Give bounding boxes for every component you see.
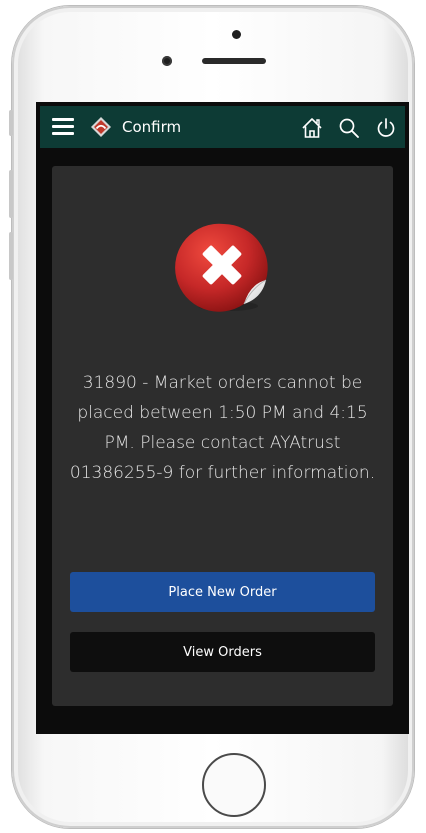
confirmation-card: 31890 - Market orders cannot be placed b…: [52, 166, 393, 706]
power-icon[interactable]: [374, 116, 398, 140]
view-orders-button[interactable]: View Orders: [70, 632, 375, 672]
sensor-dot: [232, 30, 241, 39]
place-new-order-button[interactable]: Place New Order: [70, 572, 375, 612]
volume-down-button: [9, 232, 13, 280]
error-message: 31890 - Market orders cannot be placed b…: [69, 373, 376, 483]
menu-icon[interactable]: [52, 118, 74, 136]
stage: Confirm 31890 - Market orders cannot be …: [0, 0, 426, 833]
error-x-icon: [175, 223, 268, 312]
app-screen: Confirm 31890 - Market orders cannot be …: [36, 102, 409, 734]
home-hardware-button[interactable]: [202, 753, 266, 817]
mute-switch: [9, 110, 13, 136]
page-title: Confirm: [122, 118, 182, 136]
logo-icon: [91, 117, 111, 137]
home-icon[interactable]: [300, 116, 324, 140]
search-icon[interactable]: [337, 116, 361, 140]
volume-up-button: [9, 170, 13, 218]
earpiece-speaker: [202, 58, 266, 64]
front-camera: [162, 56, 172, 66]
app-bar: Confirm: [40, 106, 405, 148]
